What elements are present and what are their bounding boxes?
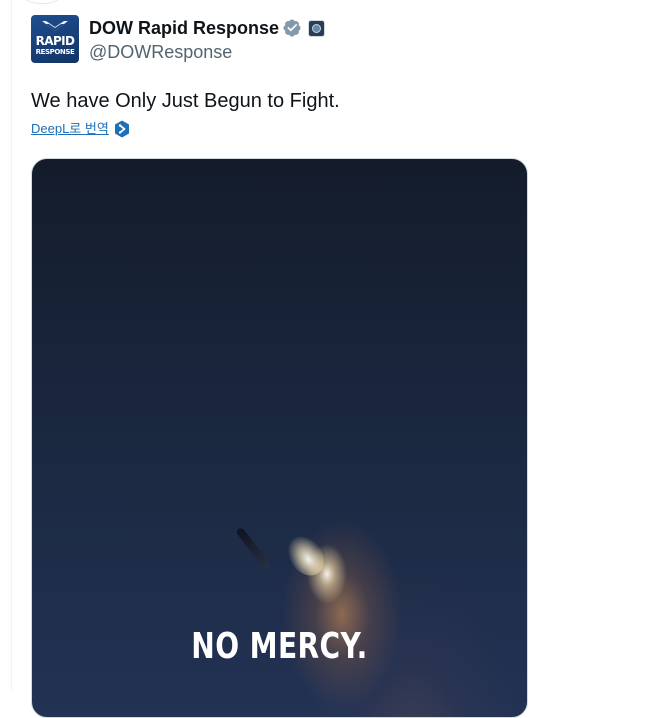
rocket-flame	[280, 529, 332, 583]
translate-link[interactable]: DeepL로 번역	[31, 120, 109, 138]
avatar-text-rapid: RAPID	[35, 34, 75, 48]
media-caption-text: NO MERCY.	[191, 626, 368, 667]
author-display-name[interactable]: DOW Rapid Response	[89, 16, 279, 40]
tweet-text: We have Only Just Begun to Fight.	[31, 90, 340, 112]
author-name-row: DOW Rapid Response	[89, 16, 326, 40]
translate-row: DeepL로 번역	[31, 119, 130, 139]
verified-badge-icon[interactable]	[282, 18, 302, 38]
deepl-icon[interactable]	[114, 120, 130, 138]
author-handle[interactable]: @DOWResponse	[89, 41, 232, 63]
affiliate-badge-icon[interactable]	[308, 19, 326, 37]
eagle-wings-icon	[42, 21, 68, 31]
avatar-text-response: RESPONSE	[35, 48, 75, 56]
avatar[interactable]: RAPID RESPONSE	[31, 15, 79, 63]
tweet[interactable]: RAPID RESPONSE DOW Rapid Response @DOWRe…	[0, 0, 658, 718]
missile-silhouette	[235, 526, 272, 570]
tweet-media-image[interactable]: NO MERCY.	[31, 158, 528, 718]
